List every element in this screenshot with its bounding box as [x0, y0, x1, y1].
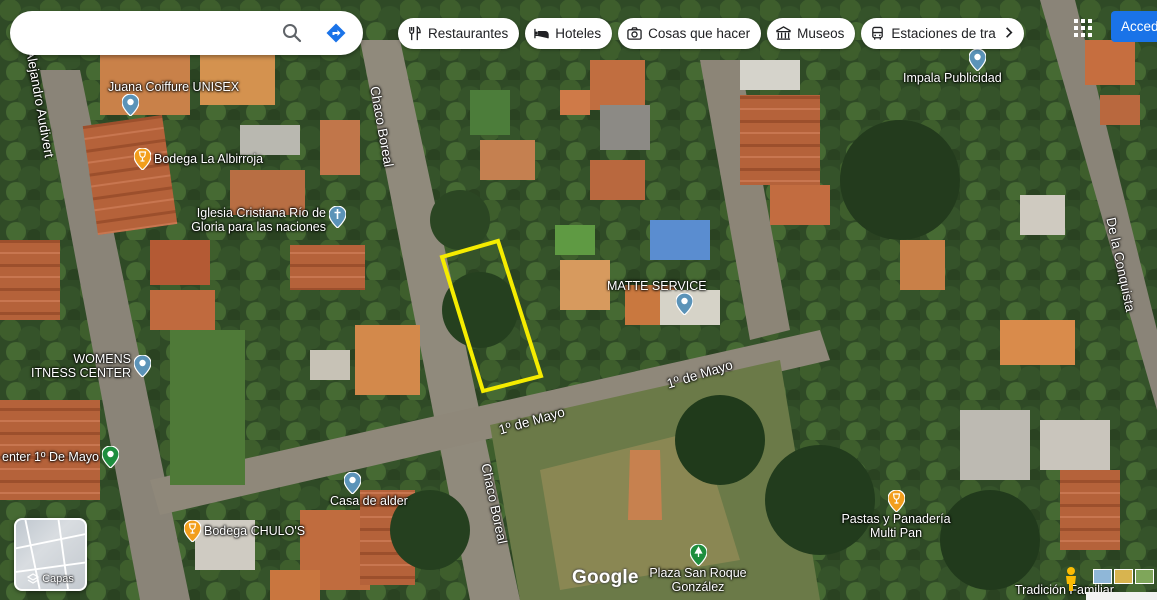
poi-iglesia[interactable]: Iglesia Cristiana Río de Gloria para las…: [190, 206, 346, 234]
chip-label: Restaurantes: [428, 26, 509, 41]
map-pin-icon: [134, 355, 152, 377]
directions-icon: [326, 23, 346, 43]
search-icon: [283, 24, 302, 43]
map-pin-icon: [968, 49, 986, 71]
park-pin-icon: [101, 446, 119, 468]
poi-label: MATTE SERVICE: [607, 279, 707, 293]
chip-estaciones-de-transporte[interactable]: Estaciones de tra: [861, 18, 1025, 49]
poi-casa-de-alder[interactable]: Casa de alder: [330, 472, 408, 508]
church-pin-icon: [329, 206, 346, 228]
poi-impala-publicidad[interactable]: Impala Publicidad: [903, 49, 1002, 85]
apps-grid-icon[interactable]: [1072, 17, 1094, 39]
museum-icon: [776, 26, 791, 40]
wine-glass-pin-icon: [134, 148, 151, 170]
pegman-icon[interactable]: [1060, 566, 1082, 592]
bakery-pin-icon: [887, 490, 905, 512]
layers-button[interactable]: Capas: [14, 518, 87, 591]
thumb-satellite[interactable]: [1093, 569, 1112, 584]
poi-label: Iglesia Cristiana Río de Gloria para las…: [191, 206, 326, 234]
directions-button[interactable]: [317, 14, 355, 52]
chip-museos[interactable]: Museos: [767, 18, 856, 49]
google-logo: Google: [572, 567, 639, 588]
footer-bar: [1086, 592, 1157, 600]
poi-juana-coiffure[interactable]: Juana Coiffure UNISEX: [108, 80, 239, 116]
search-box: [10, 11, 363, 55]
poi-plaza-san-roque[interactable]: Plaza San Roque González: [648, 544, 748, 594]
map-pin-icon: [344, 472, 361, 494]
camera-icon: [627, 27, 642, 40]
layers-label-row: Capas: [16, 573, 85, 585]
chip-cosas-que-hacer[interactable]: Cosas que hacer: [618, 18, 762, 49]
chip-label: Hoteles: [555, 26, 602, 41]
search-button[interactable]: [273, 14, 311, 52]
bus-icon: [872, 26, 884, 40]
poi-label: Bodega La Albirroja: [154, 152, 264, 166]
poi-label: Pastas y Panadería Multi Pan: [841, 512, 951, 540]
chip-label: Cosas que hacer: [648, 26, 751, 41]
poi-pastas-multi-pan[interactable]: Pastas y Panadería Multi Pan: [836, 490, 956, 540]
wine-glass-pin-icon: [184, 520, 201, 542]
map-pin-icon: [122, 94, 139, 116]
chip-hoteles[interactable]: Hoteles: [525, 18, 613, 49]
chevron-right-icon[interactable]: [1001, 25, 1016, 40]
poi-label: enter 1º De Mayo: [2, 450, 99, 464]
poi-label: Casa de alder: [330, 494, 408, 508]
poi-womens-fitness[interactable]: WOMENS ITNESS CENTER: [31, 352, 152, 380]
thumb-traffic[interactable]: [1135, 569, 1154, 584]
chip-restaurantes[interactable]: Restaurantes: [398, 18, 520, 49]
poi-label: Juana Coiffure UNISEX: [108, 80, 240, 94]
poi-center-1-de-mayo[interactable]: enter 1º De Mayo: [2, 446, 119, 468]
park-pin-icon: [689, 544, 707, 566]
chip-label: Estaciones de tra: [891, 26, 996, 41]
layers-label: Capas: [42, 573, 74, 585]
poi-matte-service[interactable]: MATTE SERVICE: [607, 279, 707, 315]
thumb-terrain[interactable]: [1114, 569, 1133, 584]
poi-label-line-2: ITNESS CENTER: [31, 366, 132, 380]
chip-label: Museos: [797, 26, 845, 41]
category-chips: Restaurantes Hoteles Cosas que hacer Mus…: [398, 18, 1025, 49]
layers-icon: [27, 573, 40, 584]
poi-label: Bodega CHULO'S: [204, 524, 306, 538]
poi-bodega-albirroja[interactable]: Bodega La Albirroja: [134, 148, 263, 170]
green-field: [170, 330, 245, 485]
poi-label-line-1: WOMENS: [73, 352, 132, 366]
poi-bodega-chulos[interactable]: Bodega CHULO'S: [184, 520, 305, 542]
map-pin-icon: [675, 293, 693, 315]
map-type-thumbnails: [1093, 569, 1154, 584]
poi-label: Impala Publicidad: [903, 71, 1002, 85]
poi-label: Plaza San Roque González: [649, 566, 747, 594]
sign-in-button[interactable]: Acced: [1111, 11, 1157, 42]
search-input[interactable]: [10, 11, 273, 55]
fork-knife-icon: [409, 26, 421, 41]
bed-icon: [534, 28, 550, 39]
